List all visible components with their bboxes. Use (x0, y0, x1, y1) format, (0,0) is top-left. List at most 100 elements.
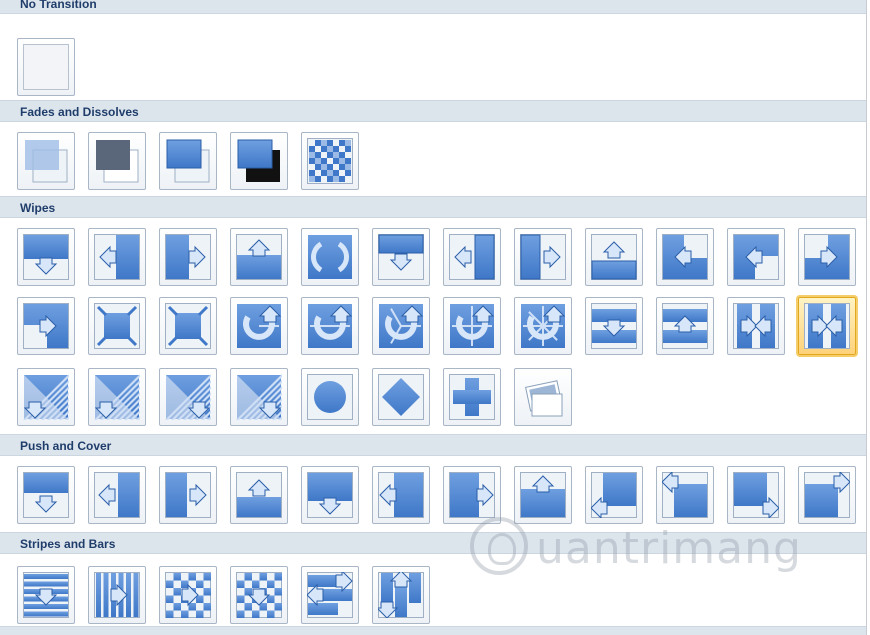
cut-icon (166, 139, 210, 183)
wheel-4-icon (450, 304, 495, 348)
section-header (0, 626, 866, 635)
transition-wipe-down[interactable] (17, 228, 75, 286)
transition-cover-left[interactable] (372, 466, 430, 524)
transition-uncover-right-down[interactable] (798, 228, 856, 286)
section-header: Push and Cover (0, 434, 866, 456)
transition-push-down[interactable] (17, 466, 75, 524)
transition-box-in[interactable] (88, 297, 146, 355)
transition-wheel-4[interactable] (443, 297, 501, 355)
transition-uncover-left-up[interactable] (727, 228, 785, 286)
transition-wipe-left[interactable] (88, 228, 146, 286)
transition-cover-left-up[interactable] (656, 466, 714, 524)
transition-split-vertical-in[interactable] (727, 297, 785, 355)
transition-cover-right-up[interactable] (798, 466, 856, 524)
uncover-left-icon (449, 234, 495, 280)
transition-strips-right-up[interactable] (230, 368, 288, 426)
transition-uncover-right-up[interactable] (17, 297, 75, 355)
none-icon (23, 44, 69, 90)
transition-split-horizontal-out[interactable] (656, 297, 714, 355)
transition-cover-right-down[interactable] (727, 466, 785, 524)
transition-cover-left-down[interactable] (585, 466, 643, 524)
cover-left-up-icon (662, 472, 708, 518)
transition-wheel-1[interactable] (230, 297, 288, 355)
transition-strips-right-down[interactable] (159, 368, 217, 426)
checkerboard-across-icon (165, 572, 211, 618)
strips-right-down-icon (165, 374, 211, 420)
transition-uncover-left-down[interactable] (656, 228, 714, 286)
cover-left-down-icon (591, 472, 637, 518)
uncover-left-up-icon (733, 234, 779, 280)
transition-wipe-up[interactable] (230, 228, 288, 286)
transition-diamond[interactable] (372, 368, 430, 426)
transition-strips-left-up[interactable] (88, 368, 146, 426)
transition-wheel-2[interactable] (301, 297, 359, 355)
transition-push-left[interactable] (88, 466, 146, 524)
transition-newsflash[interactable] (514, 368, 572, 426)
box-out-icon (165, 303, 211, 349)
wipe-down-icon (23, 234, 69, 280)
section-header: Wipes (0, 196, 866, 218)
transition-push-right[interactable] (159, 466, 217, 524)
transition-cut[interactable] (159, 132, 217, 190)
uncover-right-up-icon (23, 303, 69, 349)
wheel-clockwise-icon (308, 235, 352, 279)
transition-strips-left-down[interactable] (17, 368, 75, 426)
split-horizontal-out-icon (662, 303, 708, 349)
transition-blinds-vertical[interactable] (88, 566, 146, 624)
transition-blinds-horizontal[interactable] (17, 566, 75, 624)
checkerboard-down-icon (236, 572, 282, 618)
transition-uncover-right[interactable] (514, 228, 572, 286)
split-vertical-in-icon (733, 303, 779, 349)
transition-fade-black[interactable] (88, 132, 146, 190)
fade-black-icon (96, 140, 139, 183)
transition-split-horizontal-in[interactable] (585, 297, 643, 355)
transition-checkerboard-down[interactable] (230, 566, 288, 624)
wheel-1-icon (237, 304, 282, 348)
dissolve-icon (307, 138, 353, 184)
transition-split-vertical-out[interactable] (798, 297, 856, 355)
transition-gallery[interactable]: No Transition Fades and Dissolves Wipes Pus… (0, 0, 867, 635)
transition-wipe-right[interactable] (159, 228, 217, 286)
transition-uncover-down[interactable] (372, 228, 430, 286)
circle-icon (307, 374, 353, 420)
transition-none[interactable] (17, 38, 75, 96)
wipe-left-icon (94, 234, 140, 280)
transition-uncover-left[interactable] (443, 228, 501, 286)
cover-left-icon (378, 472, 424, 518)
transition-cover-right[interactable] (443, 466, 501, 524)
uncover-right-down-icon (804, 234, 850, 280)
push-up-icon (236, 472, 282, 518)
transition-push-up[interactable] (230, 466, 288, 524)
cover-right-down-icon (733, 472, 779, 518)
transition-wheel-8[interactable] (514, 297, 572, 355)
cover-right-up-icon (804, 472, 850, 518)
fade-smooth-icon (25, 140, 68, 183)
uncover-down-icon (378, 234, 424, 280)
transition-circle[interactable] (301, 368, 359, 426)
transition-cover-down[interactable] (301, 466, 359, 524)
cover-down-icon (307, 472, 353, 518)
transition-wheel-3[interactable] (372, 297, 430, 355)
transition-plus[interactable] (443, 368, 501, 426)
cut-black-icon (237, 139, 280, 182)
wipe-right-icon (165, 234, 211, 280)
blinds-horizontal-icon (23, 572, 69, 618)
strips-left-down-icon (23, 374, 69, 420)
transition-fade-smooth[interactable] (17, 132, 75, 190)
transition-box-out[interactable] (159, 297, 217, 355)
wheel-3-icon (379, 304, 424, 348)
section-header: No Transition (0, 0, 866, 14)
transition-dissolve[interactable] (301, 132, 359, 190)
wheel-2-icon (308, 304, 353, 348)
section-header: Stripes and Bars (0, 532, 866, 554)
strips-left-up-icon (94, 374, 140, 420)
plus-icon (449, 374, 495, 420)
transition-uncover-up[interactable] (585, 228, 643, 286)
transition-cut-black[interactable] (230, 132, 288, 190)
transition-checkerboard-across[interactable] (159, 566, 217, 624)
transition-comb-vertical[interactable] (372, 566, 430, 624)
cover-up-icon (520, 472, 566, 518)
transition-wheel-clockwise[interactable] (301, 228, 359, 286)
transition-comb-horizontal[interactable] (301, 566, 359, 624)
transition-cover-up[interactable] (514, 466, 572, 524)
